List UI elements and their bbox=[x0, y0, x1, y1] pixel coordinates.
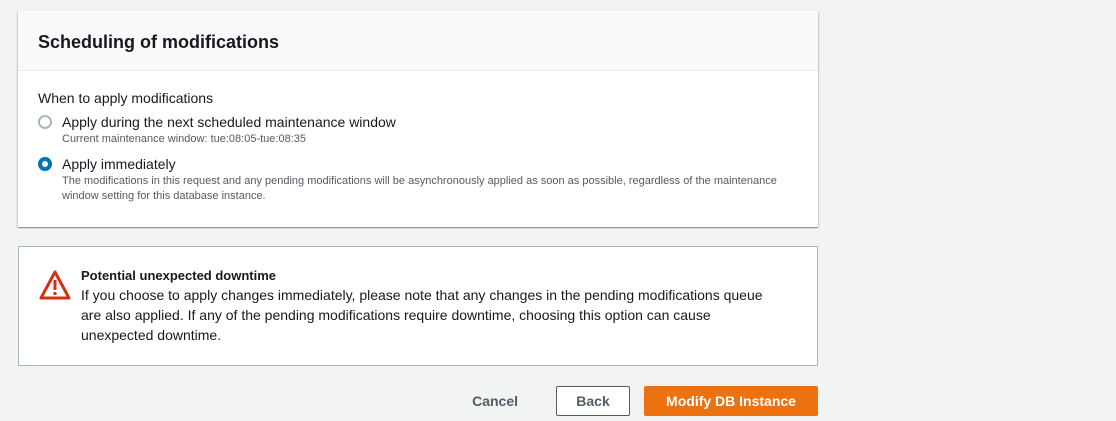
panel-title: Scheduling of modifications bbox=[38, 32, 280, 52]
back-button[interactable]: Back bbox=[556, 386, 630, 416]
option-apply-immediately[interactable]: Apply immediately The modifications in t… bbox=[38, 155, 798, 204]
scheduling-panel: Scheduling of modifications When to appl… bbox=[18, 11, 818, 227]
radio-next-maintenance-window[interactable] bbox=[38, 115, 52, 129]
cancel-button[interactable]: Cancel bbox=[452, 386, 538, 416]
warning-icon bbox=[38, 269, 72, 301]
radio-text: Apply immediately The modifications in t… bbox=[62, 155, 792, 204]
radio-description: Current maintenance window: tue:08:05-tu… bbox=[62, 133, 306, 145]
radio-description: The modifications in this request and an… bbox=[62, 175, 777, 202]
alert-title: Potential unexpected downtime bbox=[81, 268, 277, 283]
radio-apply-immediately[interactable] bbox=[38, 157, 52, 171]
downtime-warning-alert: Potential unexpected downtime If you cho… bbox=[18, 246, 818, 366]
panel-body: When to apply modifications Apply during… bbox=[18, 71, 818, 204]
modify-db-instance-button[interactable]: Modify DB Instance bbox=[644, 386, 818, 416]
form-actions: Cancel Back Modify DB Instance bbox=[452, 386, 818, 416]
radio-label[interactable]: Apply immediately bbox=[62, 155, 792, 173]
alert-text: If you choose to apply changes immediate… bbox=[81, 287, 763, 343]
panel-header: Scheduling of modifications bbox=[18, 11, 818, 71]
option-next-maintenance-window[interactable]: Apply during the next scheduled maintena… bbox=[38, 113, 798, 147]
radio-text: Apply during the next scheduled maintena… bbox=[62, 113, 792, 147]
radio-label[interactable]: Apply during the next scheduled maintena… bbox=[62, 113, 792, 131]
field-label: When to apply modifications bbox=[38, 90, 214, 106]
alert-content: Potential unexpected downtime If you cho… bbox=[81, 267, 771, 345]
